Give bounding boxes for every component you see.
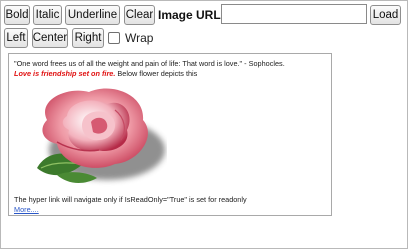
- clear-button[interactable]: Clear: [124, 5, 155, 25]
- rich-text-editor[interactable]: "One word frees us of all the weight and…: [8, 53, 332, 216]
- load-button[interactable]: Load: [370, 5, 401, 25]
- left-align-button[interactable]: Left: [4, 28, 28, 48]
- more-link[interactable]: More....: [14, 205, 39, 214]
- quote-text: "One word frees us of all the weight and…: [14, 59, 285, 68]
- wrap-checkbox[interactable]: [108, 32, 120, 44]
- right-align-button[interactable]: Right: [72, 28, 104, 48]
- love-text: Love is friendship set on fire.: [14, 69, 116, 78]
- hyperlink-note: The hyper link will navigate only if IsR…: [14, 195, 247, 204]
- love-line: Love is friendship set on fire. Below fl…: [14, 69, 197, 78]
- center-align-button[interactable]: Center: [32, 28, 68, 48]
- image-url-label: Image URL: [158, 8, 221, 22]
- underline-button[interactable]: Underline: [65, 5, 120, 25]
- image-url-input[interactable]: [221, 4, 367, 24]
- flower-text: Below flower depicts this: [115, 69, 198, 78]
- bold-button[interactable]: Bold: [4, 5, 30, 25]
- italic-button[interactable]: Italic: [33, 5, 62, 25]
- app-frame: Bold Italic Underline Clear Image URL Lo…: [0, 0, 408, 249]
- wrap-label: Wrap: [125, 31, 154, 45]
- rose-icon: [37, 88, 165, 184]
- rose-image: [27, 80, 167, 192]
